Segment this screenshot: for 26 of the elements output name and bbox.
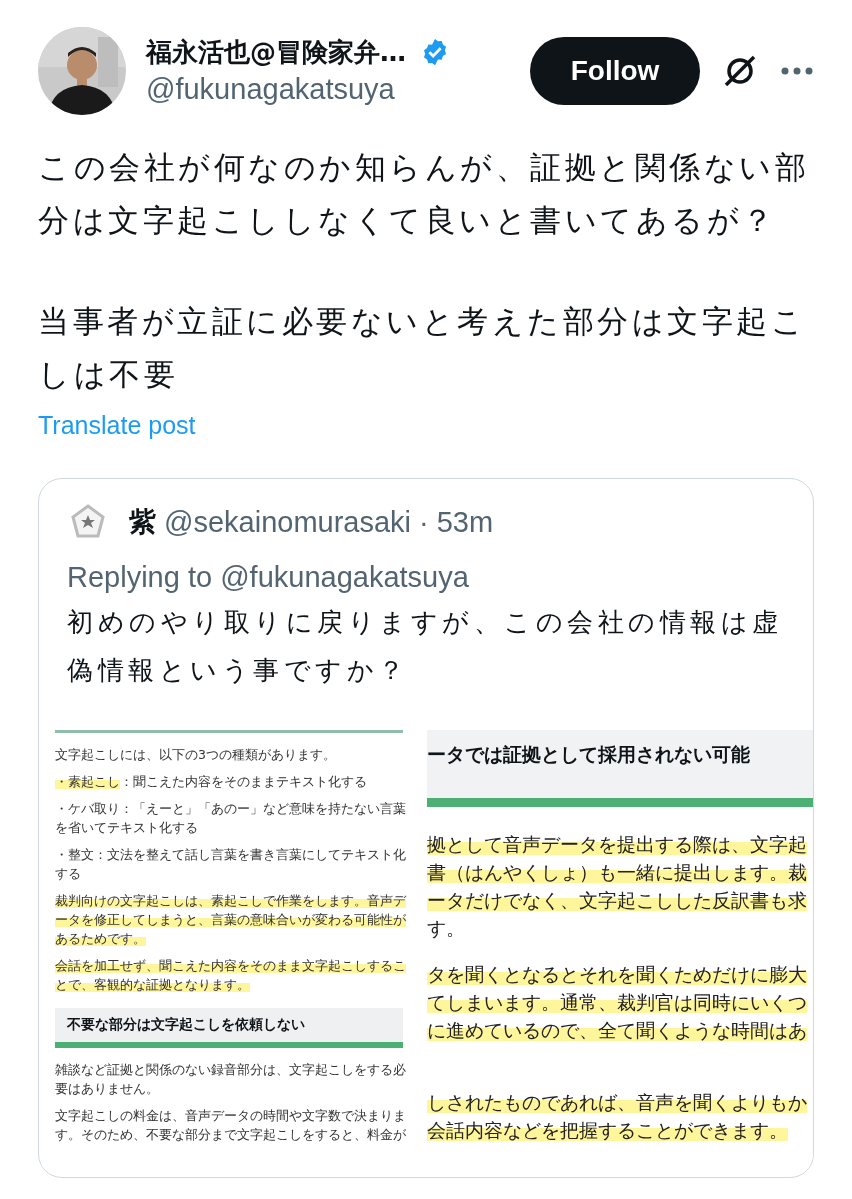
user-name: 紫 (129, 505, 156, 539)
document-paragraph: ・整文：文法を整えて話し言葉を書き言葉にしてテキスト化 する (55, 846, 407, 883)
more-icon[interactable] (780, 66, 814, 76)
post-text: 当事者が立証に必要ないと考えた部分は文字起こしは不要 (38, 302, 807, 394)
post-text: この会社が何なのか知らんが、証拠と関係ない部分は文字起こししなくて良いと書いてあるが？ (38, 148, 810, 240)
document-paragraph: タを聞くとなるとそれを聞くためだけに膨大 てしまいます。通常、裁判官は同時にいくつ に進めているので、全て聞くような時間はあ (427, 963, 808, 1043)
document-paragraph: 裁判向けの文字起こしは、素起こしで作業をします。音声デ ータを修正してしまうと、言葉の意味合いが変わる可能性が あるためです。 (55, 892, 408, 948)
document-paragraph: 雑談など証拠と関係のない録音部分は、文字起こしをする必 要はありません。 (55, 1061, 407, 1098)
document-heading: 不要な部分は文字起こしを依頼しない (55, 1008, 403, 1048)
user-handle: @sekainomurasaki (164, 505, 412, 539)
replying-to-text: Replying to @fukunagakatsuya (66, 560, 470, 594)
document-paragraph: 文字起こしには、以下の3つの種類があります。 (55, 746, 337, 764)
document-paragraph: しされたものであれば、音声を聞くよりもか 会話内容などを把握することができます。 (427, 1091, 808, 1143)
quoted-post-text: 初めのやり取りに戻りますが、この会社の情報は虚偽情報という事ですか？ (66, 606, 784, 687)
quoted-post-card[interactable] (38, 478, 814, 1178)
user-handle[interactable]: @fukunagakatsuya (146, 70, 506, 108)
user-name: 福永活也@冒険家弁… (146, 36, 406, 69)
document-paragraph: 文字起こしの料金は、音声データの時間や文字数で決まりま す。そのため、不要な部分まで文字起こしをすると、料金が (55, 1107, 407, 1144)
document-paragraph: ・ケバ取り：「えーと」「あのー」など意味を持たない言葉 を省いてテキスト化する (55, 800, 407, 837)
document-paragraph: 拠として音声データを提出する際は、文字起 書（はんやくしょ）も一緒に提出します。裁 ータだけでなく、文字起こしした反訳書も求 す。 (427, 833, 808, 941)
document-paragraph: ・素起こし：聞こえた内容をそのままテキスト化する (55, 773, 368, 791)
separator-dot: · (419, 505, 429, 539)
post-time: 53m (436, 505, 494, 539)
document-paragraph: 会話を加工せず、聞こえた内容をそのまま文字起こしするこ とで、客観的な証拠となります。 (55, 957, 407, 994)
follow-button[interactable]: Follow (530, 37, 700, 105)
document-heading: ータでは証拠として採用されない可能 (427, 730, 813, 807)
